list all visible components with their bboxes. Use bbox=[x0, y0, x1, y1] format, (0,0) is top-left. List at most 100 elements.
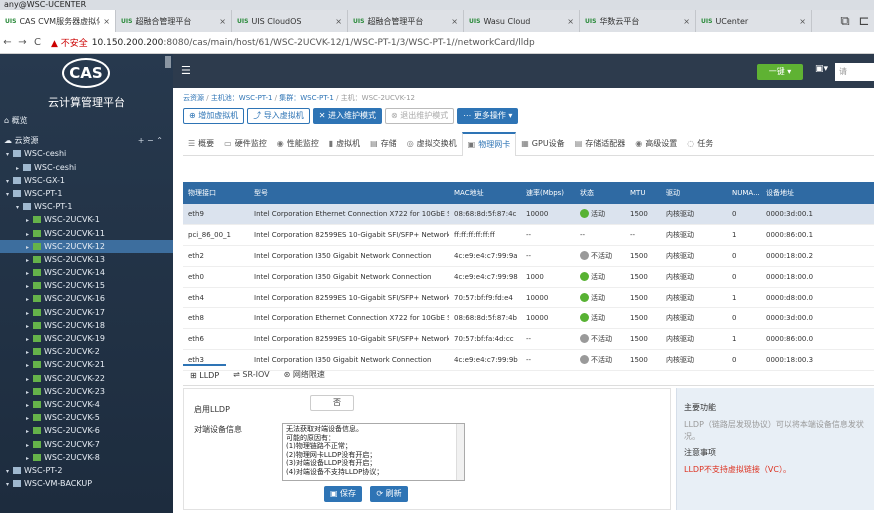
host-tab[interactable]: ☰ 概要 bbox=[183, 132, 219, 156]
browser-tab[interactable]: UIS Wasu Cloud × bbox=[464, 10, 580, 32]
peer-info-textarea[interactable]: 无法获取对端设备信息。 可能的原因有： (1)物理链路不正常； (2)物理网卡LLDP… bbox=[282, 423, 465, 481]
table-row[interactable]: pci_86_00_1 Intel Corporation 82599ES 10-… bbox=[183, 224, 874, 247]
host-tab[interactable]: ◉ 高级设置 bbox=[630, 132, 682, 156]
tab-close-icon[interactable]: × bbox=[451, 17, 458, 26]
sidebar-overview[interactable]: ⌂ 概览 bbox=[0, 114, 173, 127]
cell-value: eth9 bbox=[188, 210, 204, 219]
save-button[interactable]: ▣ 保存 bbox=[324, 486, 362, 502]
tree-item[interactable]: ▸ WSC-2UCVK-14 bbox=[0, 266, 173, 279]
table-row[interactable]: eth0 Intel Corporation I350 Gigabit Netwo… bbox=[183, 266, 874, 288]
one-click-button[interactable]: 一键 ▾ bbox=[757, 64, 803, 80]
host-tab[interactable]: ◌ 任务 bbox=[682, 132, 718, 156]
breadcrumb-item[interactable]: 集群：WSC-PT-1 bbox=[279, 94, 334, 102]
tree-item[interactable]: ▾ WSC-PT-1 bbox=[0, 200, 173, 213]
tab-close-icon[interactable]: × bbox=[567, 17, 574, 26]
tab-close-icon[interactable]: × bbox=[799, 17, 806, 26]
action-label: 更多操作 ▾ bbox=[473, 111, 513, 120]
tree-item[interactable]: ▸ WSC-2UCVK-13 bbox=[0, 253, 173, 266]
textarea-line: 可能的原因有： bbox=[286, 433, 335, 442]
tree-item[interactable]: ▸ WSC-2UCVK-18 bbox=[0, 319, 173, 332]
url-text[interactable]: 10.150.200.200:8080/cas/main/host/61/WSC… bbox=[92, 38, 535, 48]
table-cell: Intel Corporation Ethernet Connection X7… bbox=[249, 307, 449, 330]
browser-tab[interactable]: UIS CAS CVM服务器虚拟化 × bbox=[0, 10, 116, 32]
add-collapse-controls[interactable]: + − ⌃ bbox=[138, 134, 163, 147]
table-header-cell: 驱动 bbox=[661, 182, 727, 204]
host-tab-label: 高级设置 bbox=[645, 139, 678, 148]
table-row[interactable]: eth9 Intel Corporation Ethernet Connectio… bbox=[183, 204, 874, 226]
tree-item[interactable]: ▸ WSC-2UCVK-4 bbox=[0, 398, 173, 411]
action-button[interactable]: ⋯ 更多操作 ▾ bbox=[457, 108, 519, 124]
host-tab[interactable]: ▦ GPU设备 bbox=[516, 132, 569, 156]
tree-item[interactable]: ▸ WSC-2UCVK-23 bbox=[0, 385, 173, 398]
cell-value: -- bbox=[630, 231, 636, 240]
tab-close-icon[interactable]: × bbox=[103, 17, 110, 26]
host-tab[interactable]: ▤ 存储 bbox=[365, 132, 402, 156]
table-row[interactable]: eth2 Intel Corporation I350 Gigabit Netwo… bbox=[183, 245, 874, 267]
table-row[interactable]: eth4 Intel Corporation 82599ES 10-Gigabit… bbox=[183, 287, 874, 309]
tree-item[interactable]: ▸ WSC-2UCVK-8 bbox=[0, 451, 173, 464]
tab-close-icon[interactable]: × bbox=[335, 17, 342, 26]
expand-icon[interactable]: ▾ bbox=[6, 478, 13, 491]
browser-tab[interactable]: UIS UCenter × bbox=[696, 10, 812, 32]
tree-item[interactable]: ▸ WSC-2UCVK-21 bbox=[0, 358, 173, 371]
tree-item[interactable]: ▸ WSC-2UCVK-19 bbox=[0, 332, 173, 345]
lldp-toggle[interactable]: 否 bbox=[310, 395, 354, 411]
tab-close-icon[interactable]: × bbox=[219, 17, 226, 26]
tree-item[interactable]: ▾ WSC-VM-BACKUP bbox=[0, 477, 173, 490]
host-tab[interactable]: ◉ 性能监控 bbox=[272, 132, 324, 156]
browser-tab[interactable]: UIS 超融合管理平台 × bbox=[348, 10, 464, 32]
tree-item[interactable]: ▾ WSC-PT-2 bbox=[0, 464, 173, 477]
browser-tab[interactable]: UIS 华数云平台 × bbox=[580, 10, 696, 32]
action-button[interactable]: ✕ 进入维护模式 bbox=[312, 108, 383, 124]
tree-item[interactable]: ▸ WSC-2UCVK-16 bbox=[0, 292, 173, 305]
window-close-icon[interactable]: ⊏ bbox=[854, 10, 874, 32]
tree-item[interactable]: ▾ WSC-ceshi bbox=[0, 147, 173, 160]
host-tab[interactable]: ▤ 存储适配器 bbox=[570, 132, 631, 156]
tree-item[interactable]: ▸ WSC-2UCVK-7 bbox=[0, 438, 173, 451]
table-cell: -- bbox=[521, 224, 575, 247]
host-tab[interactable]: ▭ 硬件监控 bbox=[219, 132, 272, 156]
window-minimize-icon[interactable]: ⧉ bbox=[836, 10, 854, 32]
tree-item[interactable]: ▸ WSC-2UCVK-1 bbox=[0, 213, 173, 226]
tree-item[interactable]: ▾ WSC-GX-1 bbox=[0, 174, 173, 187]
back-icon[interactable]: ← bbox=[0, 37, 15, 48]
tree-item[interactable]: ▸ WSC-2UCVK-11 bbox=[0, 227, 173, 240]
cell-value: Intel Corporation Ethernet Connection X7… bbox=[254, 314, 449, 323]
tree-item[interactable]: ▸ WSC-2UCVK-17 bbox=[0, 306, 173, 319]
tree-item[interactable]: ▸ WSC-2UCVK-12 bbox=[0, 239, 173, 253]
detail-tab[interactable]: ⊞ LLDP bbox=[183, 364, 227, 386]
tree-item[interactable]: ▸ WSC-2UCVK-6 bbox=[0, 424, 173, 437]
tab-close-icon[interactable]: × bbox=[683, 17, 690, 26]
menu-icon[interactable]: ☰ bbox=[181, 64, 191, 77]
tree-item[interactable]: ▸ WSC-2UCVK-2 bbox=[0, 345, 173, 358]
detail-tab[interactable]: ⇌ SR-IOV bbox=[226, 364, 276, 386]
host-tab[interactable]: ◎ 虚拟交换机 bbox=[402, 132, 462, 156]
tree-item[interactable]: ▸ WSC-2UCVK-15 bbox=[0, 279, 173, 292]
browser-tab[interactable]: UIS UIS CloudOS × bbox=[232, 10, 348, 32]
action-button[interactable]: ⊕ 增加虚拟机 bbox=[183, 108, 245, 124]
tree-item[interactable]: ▸ WSC-2UCVK-5 bbox=[0, 411, 173, 424]
detail-tab[interactable]: ⊛ 网络限速 bbox=[277, 364, 332, 386]
host-tab-label: GPU设备 bbox=[531, 139, 565, 148]
reload-icon[interactable]: C bbox=[30, 37, 45, 48]
browser-tab[interactable]: UIS 超融合管理平台 × bbox=[116, 10, 232, 32]
sidebar-scrollbar[interactable] bbox=[165, 56, 171, 68]
table-row[interactable]: eth6 Intel Corporation 82599ES 10-Gigabit… bbox=[183, 328, 874, 351]
host-tab[interactable]: ▮ 虚拟机 bbox=[324, 132, 365, 156]
host-tab[interactable]: ▣ 物理网卡 bbox=[461, 132, 517, 156]
breadcrumb-item[interactable]: 主机池：WSC-PT-1 bbox=[211, 94, 273, 102]
sidebar-resource-header[interactable]: ☁ 云资源 + − ⌃ bbox=[0, 134, 173, 147]
search-input[interactable]: 请 bbox=[835, 63, 874, 81]
tree-item[interactable]: ▾ WSC-PT-1 bbox=[0, 187, 173, 200]
tree-item[interactable]: ▸ WSC-2UCVK-22 bbox=[0, 372, 173, 385]
table-cell: 70:57:bf:fa:4d:cc bbox=[449, 328, 521, 351]
table-row[interactable]: eth8 Intel Corporation Ethernet Connectio… bbox=[183, 307, 874, 330]
monitor-icon[interactable]: ▣▾ bbox=[815, 64, 828, 74]
forward-icon[interactable]: → bbox=[15, 37, 30, 48]
refresh-button[interactable]: ⟳ 刷新 bbox=[370, 486, 408, 502]
action-button[interactable]: ⤴ 导入虚拟机 bbox=[247, 108, 310, 124]
insecure-badge[interactable]: ▲ 不安全 bbox=[51, 36, 88, 49]
breadcrumb-item[interactable]: 云资源 bbox=[183, 94, 204, 102]
textarea-scrollbar[interactable] bbox=[456, 424, 464, 480]
tree-item[interactable]: ▸ WSC-ceshi bbox=[0, 161, 173, 174]
